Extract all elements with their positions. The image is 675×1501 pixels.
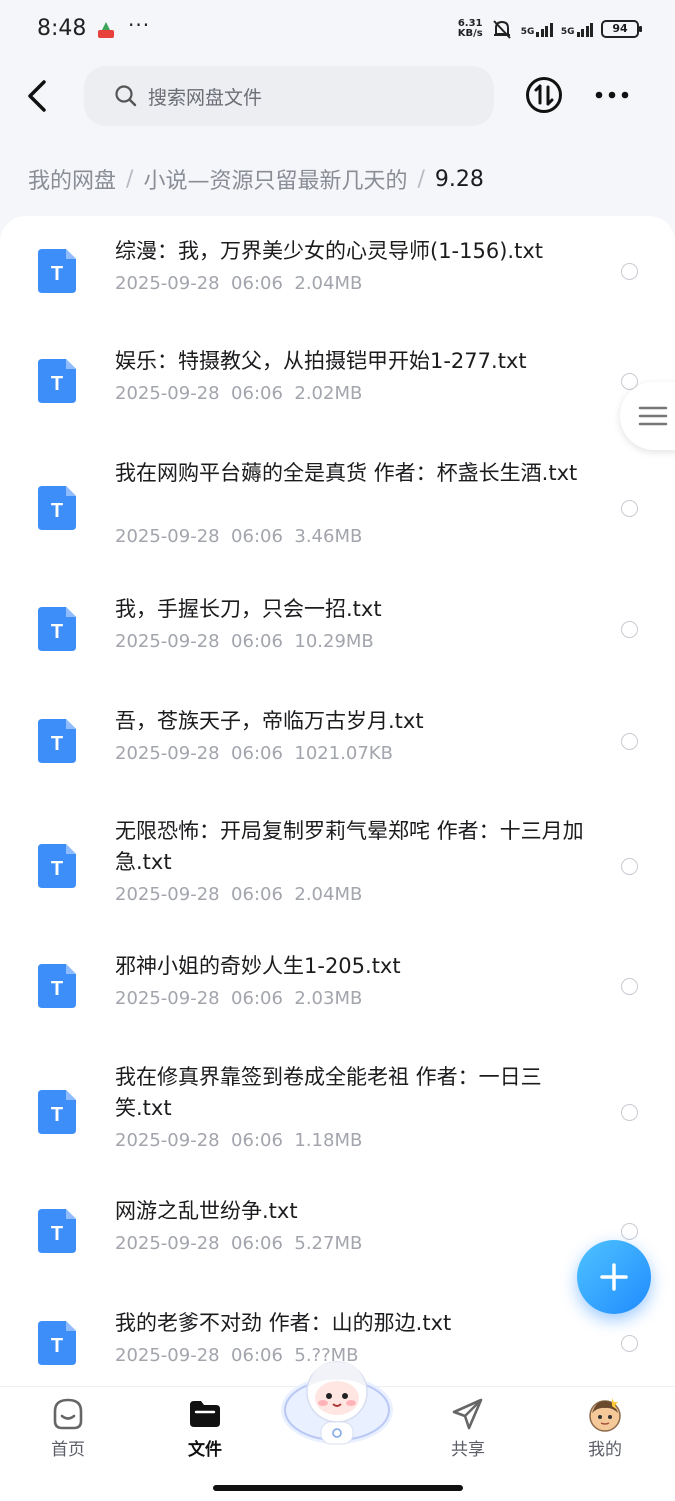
text-file-icon: T <box>38 1320 76 1365</box>
file-select-checkbox[interactable] <box>621 1104 638 1121</box>
file-meta: 2025-09-28 06:06 2.04MB <box>115 884 363 905</box>
file-select-checkbox[interactable] <box>621 977 638 995</box>
status-bar: 8:48 ··· 6.31 KB/s 5G 5G 94 <box>0 0 675 62</box>
battery-icon: 94 <box>601 20 642 38</box>
send-icon <box>452 1398 483 1430</box>
file-row[interactable]: T 我在网购平台薅的全是真货 作者：杯盏长生酒.txt 2025-09-28 06:… <box>0 458 675 558</box>
file-name: 综漫：我，万界美少女的心灵导师(1-156).txt <box>115 239 543 263</box>
nav-files[interactable]: 文件 <box>160 1395 250 1460</box>
file-meta: 2025-09-28 06:06 5.27MB <box>115 1233 363 1254</box>
nav-mine[interactable]: 我的 <box>560 1395 650 1460</box>
nav-mine-label: 我的 <box>588 1440 622 1460</box>
nav-share[interactable]: 共享 <box>423 1395 513 1460</box>
file-select-checkbox[interactable] <box>621 1222 638 1240</box>
text-file-icon: T <box>38 248 76 293</box>
more-options-icon[interactable] <box>594 90 630 100</box>
text-file-icon: T <box>38 606 76 651</box>
file-name: 我在网购平台薅的全是真货 作者：杯盏长生酒.txt <box>115 461 578 485</box>
file-row[interactable]: T 网游之乱世纷争.txt 2025-09-28 06:06 5.27MB <box>0 1196 675 1265</box>
file-name: 吾，苍族天子，帝临万古岁月.txt <box>115 709 424 733</box>
svg-text:T: T <box>51 1335 63 1357</box>
search-placeholder: 搜索网盘文件 <box>148 86 263 109</box>
text-file-icon: T <box>38 486 76 530</box>
svg-text:T: T <box>51 500 63 522</box>
text-file-icon: T <box>38 358 76 403</box>
file-select-checkbox[interactable] <box>621 262 638 280</box>
file-meta: 2025-09-28 06:06 2.02MB <box>115 383 363 404</box>
net-speed: 6.31 KB/s <box>457 18 483 39</box>
breadcrumb-separator: / <box>417 166 425 192</box>
more-notifications-icon: ··· <box>128 13 151 37</box>
status-time: 8:48 <box>37 16 87 41</box>
file-meta: 2025-09-28 06:06 2.04MB <box>115 273 363 294</box>
file-name: 娱乐：特摄教父，从拍摄铠甲开始1-277.txt <box>115 349 527 373</box>
file-name: 邪神小姐的奇妙人生1-205.txt <box>115 954 401 978</box>
file-select-checkbox[interactable] <box>621 858 638 875</box>
text-file-icon: T <box>38 1208 76 1253</box>
add-button[interactable] <box>577 1240 651 1314</box>
avatar <box>589 1398 621 1432</box>
file-meta: 2025-09-28 06:06 1021.07KB <box>115 743 393 764</box>
svg-text:T: T <box>51 621 63 643</box>
file-select-checkbox[interactable] <box>621 732 638 750</box>
file-name: 无限恐怖：开局复制罗莉气晕郑咤 作者：十三月加急.txt <box>115 819 584 874</box>
back-arrow-icon[interactable] <box>22 76 52 116</box>
nav-share-label: 共享 <box>451 1440 485 1460</box>
signal-icon: 5G <box>521 21 553 37</box>
nav-home-label: 首页 <box>51 1440 85 1460</box>
file-row[interactable]: T 吾，苍族天子，帝临万古岁月.txt 2025-09-28 06:06 1021.… <box>0 706 675 775</box>
file-meta: 2025-09-28 06:06 1.18MB <box>115 1130 363 1151</box>
svg-text:T: T <box>51 1104 63 1126</box>
file-row[interactable]: T 邪神小姐的奇妙人生1-205.txt 2025-09-28 06:06 2.03… <box>0 951 675 1020</box>
list-menu-icon <box>638 406 668 426</box>
file-row[interactable]: T 我在修真界靠签到卷成全能老祖 作者：一日三笑.txt 2025-09-28 06… <box>0 1062 675 1162</box>
file-name: 网游之乱世纷争.txt <box>115 1199 298 1223</box>
folder-icon <box>190 1401 220 1427</box>
file-row[interactable]: T 综漫：我，万界美少女的心灵导师(1-156).txt 2025-09-28 06… <box>0 236 675 305</box>
file-name: 我，手握长刀，只会一招.txt <box>115 597 382 621</box>
file-name: 我的老爹不对劲 作者：山的那边.txt <box>115 1311 452 1335</box>
search-input[interactable]: 搜索网盘文件 <box>84 66 494 126</box>
plus-icon <box>600 1263 628 1291</box>
file-select-checkbox[interactable] <box>621 1334 638 1352</box>
file-name: 我在修真界靠签到卷成全能老祖 作者：一日三笑.txt <box>115 1065 542 1120</box>
svg-text:T: T <box>51 978 63 1000</box>
app-notification-icon <box>98 22 114 38</box>
home-icon <box>53 1398 83 1430</box>
breadcrumb-folder[interactable]: 小说—资源只留最新几天的 <box>143 163 407 195</box>
text-file-icon: T <box>38 1090 76 1134</box>
text-file-icon: T <box>38 844 76 888</box>
svg-text:T: T <box>51 263 63 285</box>
breadcrumb: 我的网盘 / 小说—资源只留最新几天的 / 9.28 <box>28 163 484 195</box>
search-icon <box>115 85 137 107</box>
breadcrumb-current: 9.28 <box>434 166 484 192</box>
nav-files-label: 文件 <box>188 1440 222 1460</box>
file-meta: 2025-09-28 06:06 3.46MB <box>115 526 363 547</box>
transfer-list-icon[interactable] <box>525 76 563 114</box>
file-meta: 2025-09-28 06:06 10.29MB <box>115 631 374 652</box>
file-meta: 2025-09-28 06:06 2.03MB <box>115 988 363 1009</box>
file-list: T 综漫：我，万界美少女的心灵导师(1-156).txt 2025-09-28 06… <box>0 216 675 1386</box>
breadcrumb-separator: / <box>126 166 134 192</box>
file-row[interactable]: T 我，手握长刀，只会一招.txt 2025-09-28 06:06 10.29MB <box>0 594 675 663</box>
text-file-icon: T <box>38 718 76 763</box>
file-select-checkbox[interactable] <box>621 500 638 517</box>
svg-text:T: T <box>51 858 63 880</box>
file-row[interactable]: T 无限恐怖：开局复制罗莉气晕郑咤 作者：十三月加急.txt 2025-09-28 … <box>0 816 675 916</box>
nav-home[interactable]: 首页 <box>23 1395 113 1460</box>
mute-bell-icon <box>492 20 511 39</box>
status-indicators: 6.31 KB/s 5G 5G 94 <box>457 18 642 40</box>
svg-text:T: T <box>51 733 63 755</box>
top-bar: 搜索网盘文件 <box>0 62 675 132</box>
svg-text:T: T <box>51 1223 63 1245</box>
svg-text:T: T <box>51 373 63 395</box>
signal-icon: 5G <box>561 21 593 37</box>
file-row[interactable]: T 娱乐：特摄教父，从拍摄铠甲开始1-277.txt 2025-09-28 06:0… <box>0 346 675 415</box>
assistant-mascot-icon[interactable] <box>277 1352 397 1452</box>
file-select-checkbox[interactable] <box>621 620 638 638</box>
text-file-icon: T <box>38 963 76 1008</box>
breadcrumb-root[interactable]: 我的网盘 <box>28 163 116 195</box>
home-indicator <box>213 1485 463 1491</box>
